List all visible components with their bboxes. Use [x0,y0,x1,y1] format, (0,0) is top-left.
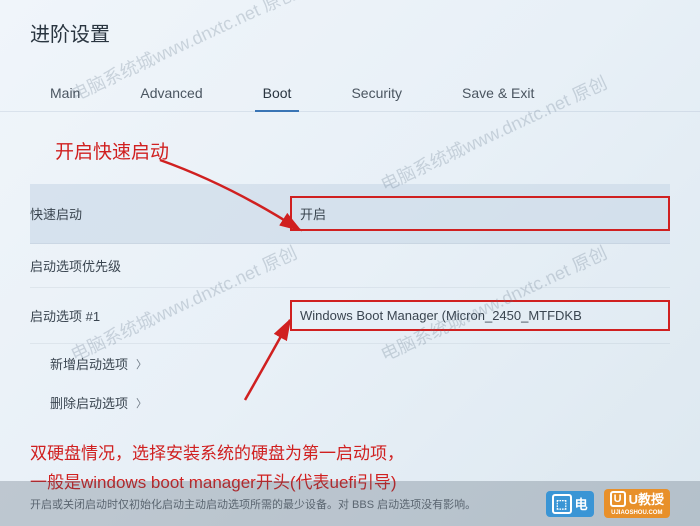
footer-bar: 开启或关闭启动时仅初始化启动主动启动选项所需的最少设备。对 BBS 启动选项没有… [0,481,700,526]
add-boot-label: 新增启动选项 [50,354,128,373]
boot-priority-label: 启动选项优先级 [30,256,290,275]
badge-orange-text: U教授 [629,493,664,506]
boot-option-1-value[interactable]: Windows Boot Manager (Micron_2450_MTFDKB [290,300,670,331]
tab-boot[interactable]: Boot [233,75,322,111]
row-fast-boot[interactable]: 快速启动 开启 [30,184,670,244]
tab-bar: Main Advanced Boot Security Save & Exit [0,75,700,112]
row-delete-boot-option[interactable]: 删除启动选项 〉 [30,383,670,422]
tab-main[interactable]: Main [20,75,110,111]
fast-boot-label: 快速启动 [30,204,290,223]
annotation-fast-boot: 开启快速启动 [55,137,700,164]
chevron-right-icon: 〉 [136,356,147,372]
tab-security[interactable]: Security [321,75,432,111]
badge-orange-sub: UJIAOSHOU.COM [611,510,662,516]
delete-boot-label: 删除启动选项 [50,393,128,412]
page-title: 进阶设置 [30,18,670,47]
chevron-right-icon: 〉 [136,395,147,411]
annotation-line-1: 双硬盘情况，选择安装系统的硬盘为第一启动项， [30,440,670,469]
boot-option-1-label: 启动选项 #1 [30,306,290,325]
fast-boot-value[interactable]: 开启 [290,196,670,231]
badge-blue-text: 电 [575,494,588,513]
row-boot-priority: 启动选项优先级 [30,244,670,288]
tab-advanced[interactable]: Advanced [110,75,232,111]
u-icon: U [610,491,626,507]
row-boot-option-1[interactable]: 启动选项 #1 Windows Boot Manager (Micron_245… [30,288,670,344]
footer-help-text: 开启或关闭启动时仅初始化启动主动启动选项所需的最少设备。对 BBS 启动选项没有… [30,496,476,512]
monitor-icon: ⬚ [552,494,572,514]
badge-site-1: ⬚ 电 [546,491,594,517]
badge-site-2: U U教授 UJIAOSHOU.COM [604,489,670,518]
tab-save-exit[interactable]: Save & Exit [432,75,564,111]
row-add-boot-option[interactable]: 新增启动选项 〉 [30,344,670,383]
